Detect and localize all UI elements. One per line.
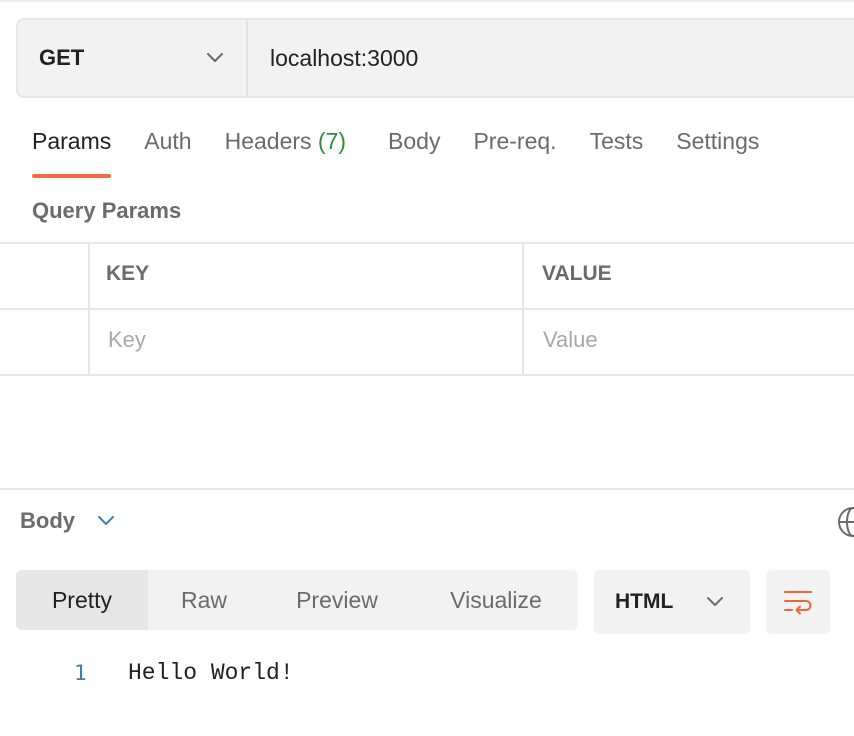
param-key-input[interactable] <box>108 324 508 356</box>
response-section-label: Body <box>20 508 75 533</box>
chevron-down-icon <box>98 516 114 525</box>
view-tab-preview[interactable]: Preview <box>260 570 414 630</box>
request-bar: GET <box>16 18 854 98</box>
tab-label: Headers <box>224 128 312 154</box>
tab-settings[interactable]: Settings <box>676 128 759 178</box>
globe-icon[interactable] <box>836 506 854 538</box>
request-tabs: Params Auth Headers (7) Body Pre-req. Te… <box>32 128 792 178</box>
method-select[interactable]: GET <box>18 20 248 96</box>
line-number: 1 <box>74 661 87 685</box>
method-label: GET <box>39 45 85 70</box>
tab-label: Auth <box>144 128 192 154</box>
table-column-divider <box>88 242 90 376</box>
chevron-down-icon <box>207 53 223 62</box>
response-divider <box>0 488 854 490</box>
view-tab-visualize[interactable]: Visualize <box>414 570 578 630</box>
table-column-divider <box>522 242 524 376</box>
tab-params[interactable]: Params <box>32 128 112 178</box>
query-params-title: Query Params <box>32 198 182 223</box>
view-tab-raw[interactable]: Raw <box>148 570 260 630</box>
response-view-tabs: Pretty Raw Preview Visualize <box>16 570 578 630</box>
param-value-input[interactable] <box>543 324 843 356</box>
table-border-middle <box>0 308 854 310</box>
code-text: Hello World! <box>128 660 294 686</box>
top-divider <box>0 0 854 2</box>
tab-label: Body <box>388 128 441 154</box>
tab-label: Tests <box>589 128 644 154</box>
tab-label: Settings <box>676 128 760 154</box>
url-field <box>248 20 854 96</box>
format-select[interactable]: HTML <box>594 570 750 634</box>
format-label: HTML <box>615 590 674 613</box>
query-params-table: KEY VALUE <box>0 242 854 376</box>
tab-auth[interactable]: Auth <box>144 128 191 178</box>
tab-body[interactable]: Body <box>388 128 440 178</box>
tab-label: Pre-req. <box>473 128 557 154</box>
column-header-value: VALUE <box>542 262 612 285</box>
chevron-down-icon <box>707 597 723 606</box>
view-tab-pretty[interactable]: Pretty <box>16 570 148 630</box>
url-input[interactable] <box>270 44 854 72</box>
column-header-key: KEY <box>106 262 150 285</box>
tab-pre-request[interactable]: Pre-req. <box>473 128 556 178</box>
table-border-top <box>0 242 854 244</box>
response-section-select[interactable]: Body <box>20 508 115 534</box>
tab-tests[interactable]: Tests <box>590 128 644 178</box>
table-border-bottom <box>0 374 854 376</box>
tab-headers[interactable]: Headers (7) <box>225 128 346 178</box>
tab-label: Params <box>32 128 112 154</box>
headers-count-badge: (7) <box>317 128 347 154</box>
wrap-lines-icon <box>784 591 812 615</box>
wrap-lines-button[interactable] <box>766 570 830 634</box>
